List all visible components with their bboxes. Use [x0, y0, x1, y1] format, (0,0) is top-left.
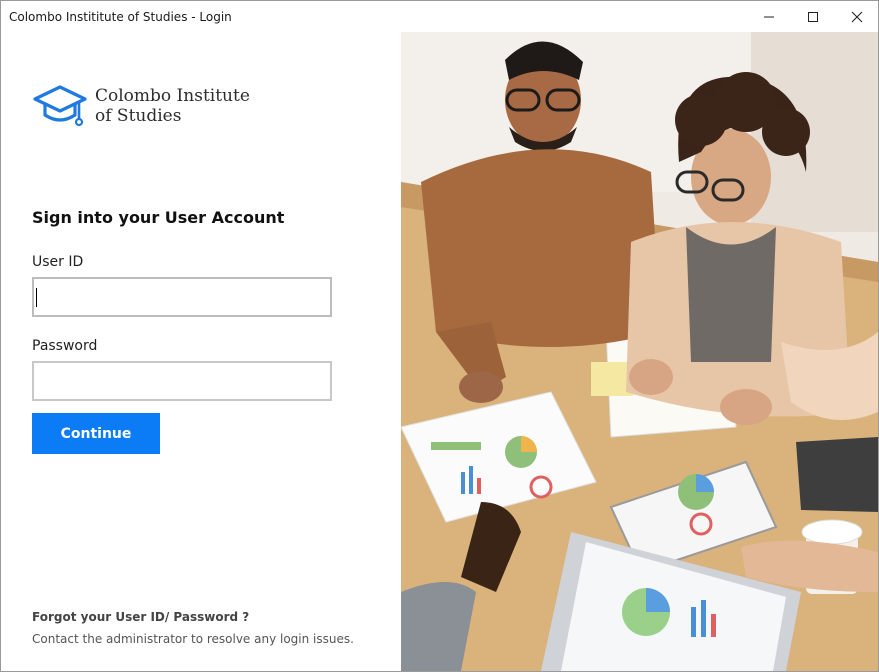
password-input[interactable] — [32, 361, 332, 401]
user-id-label: User ID — [32, 254, 84, 270]
hero-illustration — [401, 32, 878, 671]
password-label: Password — [32, 338, 98, 354]
team-meeting-photo — [401, 32, 878, 671]
brand-name: Colombo Institute of Studies — [95, 86, 250, 126]
close-icon — [851, 11, 863, 22]
signin-heading: Sign into your User Account — [32, 208, 285, 227]
contact-admin-text: Contact the administrator to resolve any… — [32, 632, 354, 646]
brand-name-line1: Colombo Institute — [95, 86, 250, 106]
user-id-input[interactable] — [32, 277, 332, 317]
title-bar[interactable]: Colombo Instititute of Studies - Login — [1, 1, 878, 32]
close-button[interactable] — [834, 1, 879, 32]
minimize-button[interactable] — [746, 1, 792, 32]
login-window: Colombo Instititute of Studies - Login C… — [0, 0, 879, 672]
window-title: Colombo Instititute of Studies - Login — [9, 10, 232, 24]
graduation-cap-icon — [33, 85, 87, 127]
login-panel: Colombo Institute of Studies Sign into y… — [1, 32, 401, 671]
maximize-icon — [808, 11, 818, 22]
forgot-credentials-link[interactable]: Forgot your User ID/ Password ? — [32, 610, 249, 624]
maximize-button[interactable] — [790, 1, 836, 32]
text-caret — [36, 288, 37, 307]
minimize-icon — [764, 16, 774, 17]
continue-button[interactable]: Continue — [32, 413, 160, 454]
brand-name-line2: of Studies — [95, 106, 182, 126]
